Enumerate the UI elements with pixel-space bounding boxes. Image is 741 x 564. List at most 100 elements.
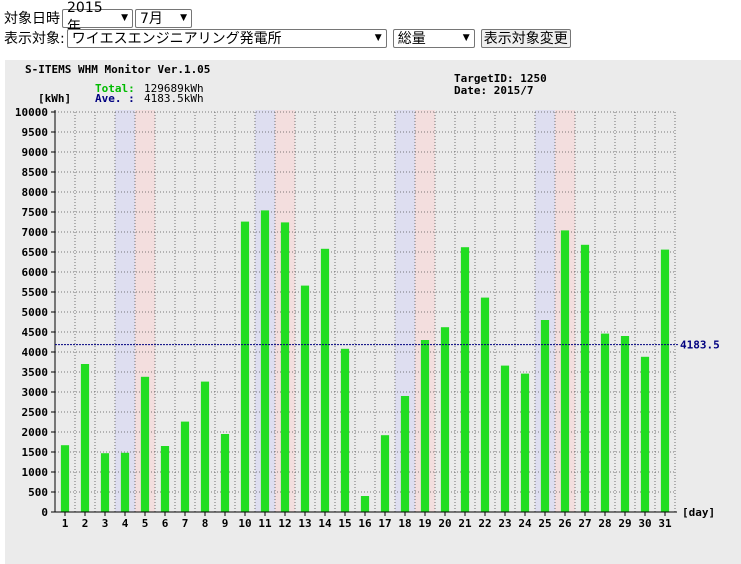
x-tick-label: 5 bbox=[142, 517, 149, 530]
y-axis-label: [kWh] bbox=[38, 92, 71, 105]
x-tick-label: 4 bbox=[122, 517, 129, 530]
target-select[interactable]: ワイエスエンジニアリング発電所 ▼ bbox=[66, 28, 387, 48]
x-tick-label: 7 bbox=[182, 517, 189, 530]
target-select-value: ワイエスエンジニアリング発電所 bbox=[71, 31, 282, 47]
y-tick-label: 7000 bbox=[22, 226, 49, 239]
x-tick-label: 31 bbox=[658, 517, 672, 530]
chart-title: S-ITEMS WHM Monitor Ver.1.05 bbox=[25, 63, 210, 76]
chevron-down-icon: ▼ bbox=[374, 33, 382, 43]
bar-day-15 bbox=[340, 348, 350, 512]
x-tick-label: 20 bbox=[438, 517, 451, 530]
bar-day-25 bbox=[540, 320, 550, 512]
x-tick-label: 29 bbox=[618, 517, 631, 530]
target-selector-row: 表示対象: ワイエスエンジニアリング発電所 ▼ 総量 ▼ 表示対象変更 bbox=[4, 28, 571, 48]
bar-day-7 bbox=[180, 421, 190, 512]
x-tick-label: 17 bbox=[378, 517, 391, 530]
bar-day-30 bbox=[640, 356, 650, 512]
x-tick-label: 12 bbox=[278, 517, 291, 530]
date-selector-row: 対象日時 2015年 ▼ 7月 ▼ bbox=[4, 0, 194, 35]
bar-day-24 bbox=[520, 373, 530, 512]
bar-day-19 bbox=[420, 340, 430, 512]
x-tick-label: 3 bbox=[102, 517, 109, 530]
chart-date: Date: 2015/7 bbox=[454, 84, 533, 97]
y-tick-label: 2500 bbox=[22, 406, 49, 419]
chevron-down-icon: ▼ bbox=[121, 13, 128, 23]
y-tick-label: 6000 bbox=[22, 266, 49, 279]
x-tick-label: 1 bbox=[62, 517, 69, 530]
bar-day-27 bbox=[580, 244, 590, 513]
y-tick-label: 8500 bbox=[22, 166, 49, 179]
bar-day-10 bbox=[240, 221, 250, 512]
x-tick-label: 11 bbox=[258, 517, 272, 530]
x-tick-label: 30 bbox=[638, 517, 651, 530]
bar-day-26 bbox=[560, 230, 570, 512]
x-tick-label: 19 bbox=[418, 517, 431, 530]
y-tick-label: 1000 bbox=[22, 466, 49, 479]
y-tick-label: 1500 bbox=[22, 446, 49, 459]
bar-day-2 bbox=[80, 364, 90, 512]
y-tick-label: 9000 bbox=[22, 146, 49, 159]
chevron-down-icon: ▼ bbox=[180, 13, 187, 23]
bar-day-1 bbox=[60, 445, 70, 512]
y-tick-label: 5500 bbox=[22, 286, 49, 299]
bar-day-23 bbox=[500, 365, 510, 512]
ave-value: 4183.5kWh bbox=[144, 92, 204, 105]
y-tick-label: 3000 bbox=[22, 386, 49, 399]
bar-day-6 bbox=[160, 446, 170, 512]
x-tick-label: 6 bbox=[162, 517, 169, 530]
x-tick-label: 28 bbox=[598, 517, 611, 530]
x-tick-label: 8 bbox=[202, 517, 209, 530]
bar-day-4 bbox=[120, 452, 130, 512]
y-tick-label: 10000 bbox=[15, 106, 48, 119]
x-tick-label: 22 bbox=[478, 517, 491, 530]
bar-day-21 bbox=[460, 247, 470, 512]
bar-day-31 bbox=[660, 249, 670, 512]
target-label: 表示対象: bbox=[4, 31, 65, 47]
y-tick-label: 4000 bbox=[22, 346, 49, 359]
metric-select-value: 総量 bbox=[397, 31, 426, 47]
x-tick-label: 24 bbox=[518, 517, 532, 530]
change-target-button[interactable]: 表示対象変更 bbox=[480, 28, 571, 48]
bar-day-28 bbox=[600, 333, 610, 512]
y-tick-label: 3500 bbox=[22, 366, 49, 379]
bar-day-14 bbox=[320, 248, 330, 513]
year-select[interactable]: 2015年 ▼ bbox=[62, 0, 133, 35]
x-tick-label: 15 bbox=[338, 517, 351, 530]
y-tick-label: 4500 bbox=[22, 326, 49, 339]
x-tick-label: 9 bbox=[222, 517, 229, 530]
x-tick-label: 13 bbox=[298, 517, 311, 530]
bar-day-12 bbox=[280, 222, 290, 512]
y-tick-label: 5000 bbox=[22, 306, 49, 319]
x-axis-label: [day] bbox=[682, 506, 715, 519]
month-select-value: 7月 bbox=[140, 11, 163, 27]
x-tick-label: 21 bbox=[458, 517, 472, 530]
x-tick-label: 27 bbox=[578, 517, 591, 530]
y-tick-label: 7500 bbox=[22, 206, 49, 219]
y-tick-label: 500 bbox=[28, 486, 48, 499]
bar-day-3 bbox=[100, 453, 110, 512]
bar-day-20 bbox=[440, 327, 450, 512]
x-tick-label: 16 bbox=[358, 517, 372, 530]
bar-day-18 bbox=[400, 396, 410, 512]
bar-day-17 bbox=[380, 435, 390, 512]
bar-day-8 bbox=[200, 381, 210, 512]
x-tick-label: 25 bbox=[538, 517, 551, 530]
bar-day-29 bbox=[620, 336, 630, 512]
bar-day-5 bbox=[140, 376, 150, 512]
y-tick-label: 8000 bbox=[22, 186, 49, 199]
y-tick-label: 6500 bbox=[22, 246, 49, 259]
x-tick-label: 23 bbox=[498, 517, 511, 530]
bar-day-16 bbox=[360, 496, 370, 512]
y-tick-label: 2000 bbox=[22, 426, 49, 439]
metric-select[interactable]: 総量 ▼ bbox=[392, 28, 475, 48]
x-tick-label: 2 bbox=[82, 517, 89, 530]
bar-day-22 bbox=[480, 297, 490, 512]
x-tick-label: 18 bbox=[398, 517, 411, 530]
average-label: 4183.5 bbox=[680, 339, 720, 352]
bar-day-13 bbox=[300, 285, 310, 512]
ave-label: Ave. : bbox=[95, 92, 135, 105]
chart-panel: S-ITEMS WHM Monitor Ver.1.05 Total: 1296… bbox=[5, 60, 741, 564]
x-tick-label: 14 bbox=[318, 517, 332, 530]
month-select[interactable]: 7月 ▼ bbox=[135, 8, 192, 28]
bar-day-9 bbox=[220, 434, 230, 512]
